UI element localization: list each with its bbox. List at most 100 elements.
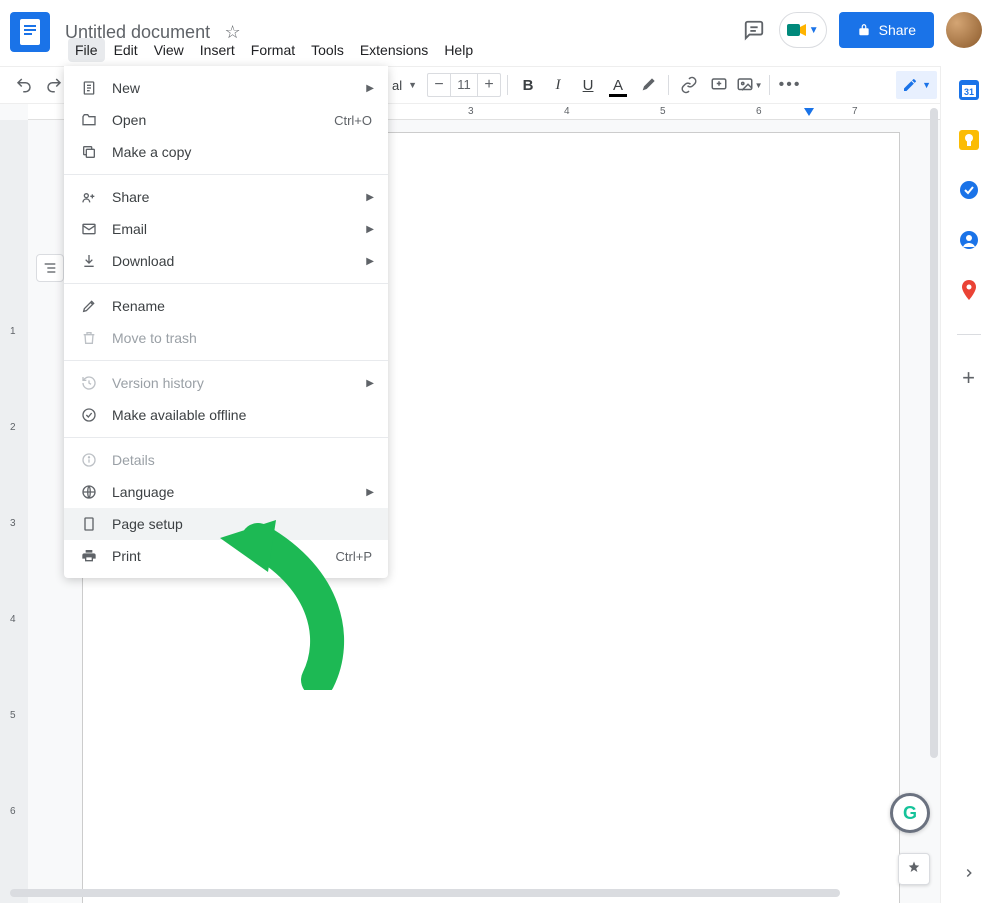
outline-button[interactable] — [36, 254, 64, 282]
download-icon — [80, 253, 98, 269]
menu-extensions[interactable]: Extensions — [353, 38, 435, 62]
bold-button[interactable]: B — [514, 71, 542, 99]
submenu-arrow-icon: ▶ — [366, 192, 374, 203]
calendar-icon[interactable]: 31 — [959, 80, 979, 100]
menu-item-download[interactable]: Download▶ — [64, 245, 388, 277]
menu-item-label: Email — [112, 221, 147, 237]
horizontal-scrollbar[interactable] — [10, 889, 924, 899]
menu-item-move-to-trash: Move to trash — [64, 322, 388, 354]
margin-indicator-icon[interactable] — [804, 108, 814, 116]
ruler-tick: 3 — [10, 518, 16, 529]
menu-item-language[interactable]: Language▶ — [64, 476, 388, 508]
menu-item-label: Page setup — [112, 516, 183, 532]
menu-item-label: Print — [112, 548, 141, 564]
tasks-icon[interactable] — [959, 180, 979, 200]
chevron-down-icon: ▼ — [809, 25, 819, 36]
maps-icon[interactable] — [959, 280, 979, 300]
menu-item-details: Details — [64, 444, 388, 476]
menu-insert[interactable]: Insert — [193, 38, 242, 62]
menu-item-open[interactable]: Open Ctrl+O — [64, 104, 388, 136]
vertical-scrollbar[interactable] — [926, 104, 940, 903]
insert-link-button[interactable] — [675, 71, 703, 99]
menu-item-label: Open — [112, 112, 146, 128]
open-icon — [80, 112, 98, 128]
italic-button[interactable]: I — [544, 71, 572, 99]
font-size-decrease[interactable]: − — [428, 76, 450, 94]
rename-icon — [80, 298, 98, 314]
undo-button[interactable] — [10, 71, 38, 99]
menu-format[interactable]: Format — [244, 38, 302, 62]
font-preview[interactable]: al — [392, 78, 406, 93]
doc-icon — [80, 80, 98, 96]
menu-separator — [64, 283, 388, 284]
menu-item-make-available-offline[interactable]: Make available offline — [64, 399, 388, 431]
insert-image-button[interactable]: ▼ — [735, 71, 763, 99]
chevron-down-icon: ▼ — [922, 80, 931, 90]
ruler-tick: 4 — [564, 106, 570, 117]
share-label: Share — [879, 22, 916, 38]
trash-icon — [80, 330, 98, 346]
meet-button[interactable]: ▼ — [779, 12, 827, 48]
keep-icon[interactable] — [959, 130, 979, 150]
submenu-arrow-icon: ▶ — [366, 83, 374, 94]
menu-item-new[interactable]: New ▶ — [64, 72, 388, 104]
menu-item-make-a-copy[interactable]: Make a copy — [64, 136, 388, 168]
menu-item-label: New — [112, 80, 140, 96]
offline-icon — [80, 407, 98, 423]
copy-icon — [80, 144, 98, 160]
menu-separator — [64, 360, 388, 361]
menu-item-print[interactable]: PrintCtrl+P — [64, 540, 388, 572]
menu-item-share[interactable]: Share▶ — [64, 181, 388, 213]
menu-separator — [64, 437, 388, 438]
scrollbar-thumb[interactable] — [930, 108, 938, 758]
menu-item-label: Details — [112, 452, 155, 468]
grammarly-button[interactable]: G — [890, 793, 930, 833]
editing-mode-button[interactable]: ▼ — [896, 71, 937, 99]
menu-item-label: Move to trash — [112, 330, 197, 346]
pagesetup-icon — [80, 516, 98, 532]
chevron-down-icon: ▼ — [408, 80, 417, 90]
comments-icon[interactable] — [741, 17, 767, 43]
ruler-tick: 6 — [10, 806, 16, 817]
ruler-tick: 5 — [660, 106, 666, 117]
language-icon — [80, 484, 98, 500]
ruler-tick: 2 — [10, 422, 16, 433]
text-color-button[interactable]: A — [604, 71, 632, 99]
explore-button[interactable] — [898, 853, 930, 885]
docs-logo[interactable] — [10, 12, 50, 52]
menu-item-page-setup[interactable]: Page setup — [64, 508, 388, 540]
menu-edit[interactable]: Edit — [107, 38, 145, 62]
hide-sidepanel-button[interactable] — [955, 859, 983, 887]
more-button[interactable]: ••• — [776, 71, 804, 99]
avatar[interactable] — [946, 12, 982, 48]
font-size-value[interactable]: 11 — [450, 74, 478, 96]
print-icon — [80, 548, 98, 564]
menu-view[interactable]: View — [147, 38, 191, 62]
scrollbar-thumb[interactable] — [10, 889, 840, 897]
share-button[interactable]: Share — [839, 12, 934, 48]
menu-separator — [64, 174, 388, 175]
submenu-arrow-icon: ▶ — [366, 224, 374, 235]
menu-item-label: Make a copy — [112, 144, 191, 160]
highlight-button[interactable] — [634, 71, 662, 99]
font-size-increase[interactable]: + — [478, 76, 500, 94]
underline-button[interactable]: U — [574, 71, 602, 99]
side-panel: 31 + — [940, 66, 996, 903]
menu-item-rename[interactable]: Rename — [64, 290, 388, 322]
contacts-icon[interactable] — [959, 230, 979, 250]
menu-item-label: Rename — [112, 298, 165, 314]
pencil-icon — [902, 77, 918, 93]
vertical-ruler[interactable]: 1 2 3 4 5 6 — [0, 120, 28, 903]
details-icon — [80, 452, 98, 468]
svg-text:31: 31 — [963, 87, 973, 97]
insert-comment-button[interactable] — [705, 71, 733, 99]
lock-icon — [857, 23, 871, 37]
menu-help[interactable]: Help — [437, 38, 480, 62]
shortcut-label: Ctrl+O — [334, 113, 372, 128]
submenu-arrow-icon: ▶ — [366, 378, 374, 389]
menu-tools[interactable]: Tools — [304, 38, 351, 62]
add-addon-button[interactable]: + — [962, 365, 975, 391]
menu-file[interactable]: File — [68, 38, 105, 62]
menu-item-email[interactable]: Email ▶ — [64, 213, 388, 245]
ruler-tick: 3 — [468, 106, 474, 117]
